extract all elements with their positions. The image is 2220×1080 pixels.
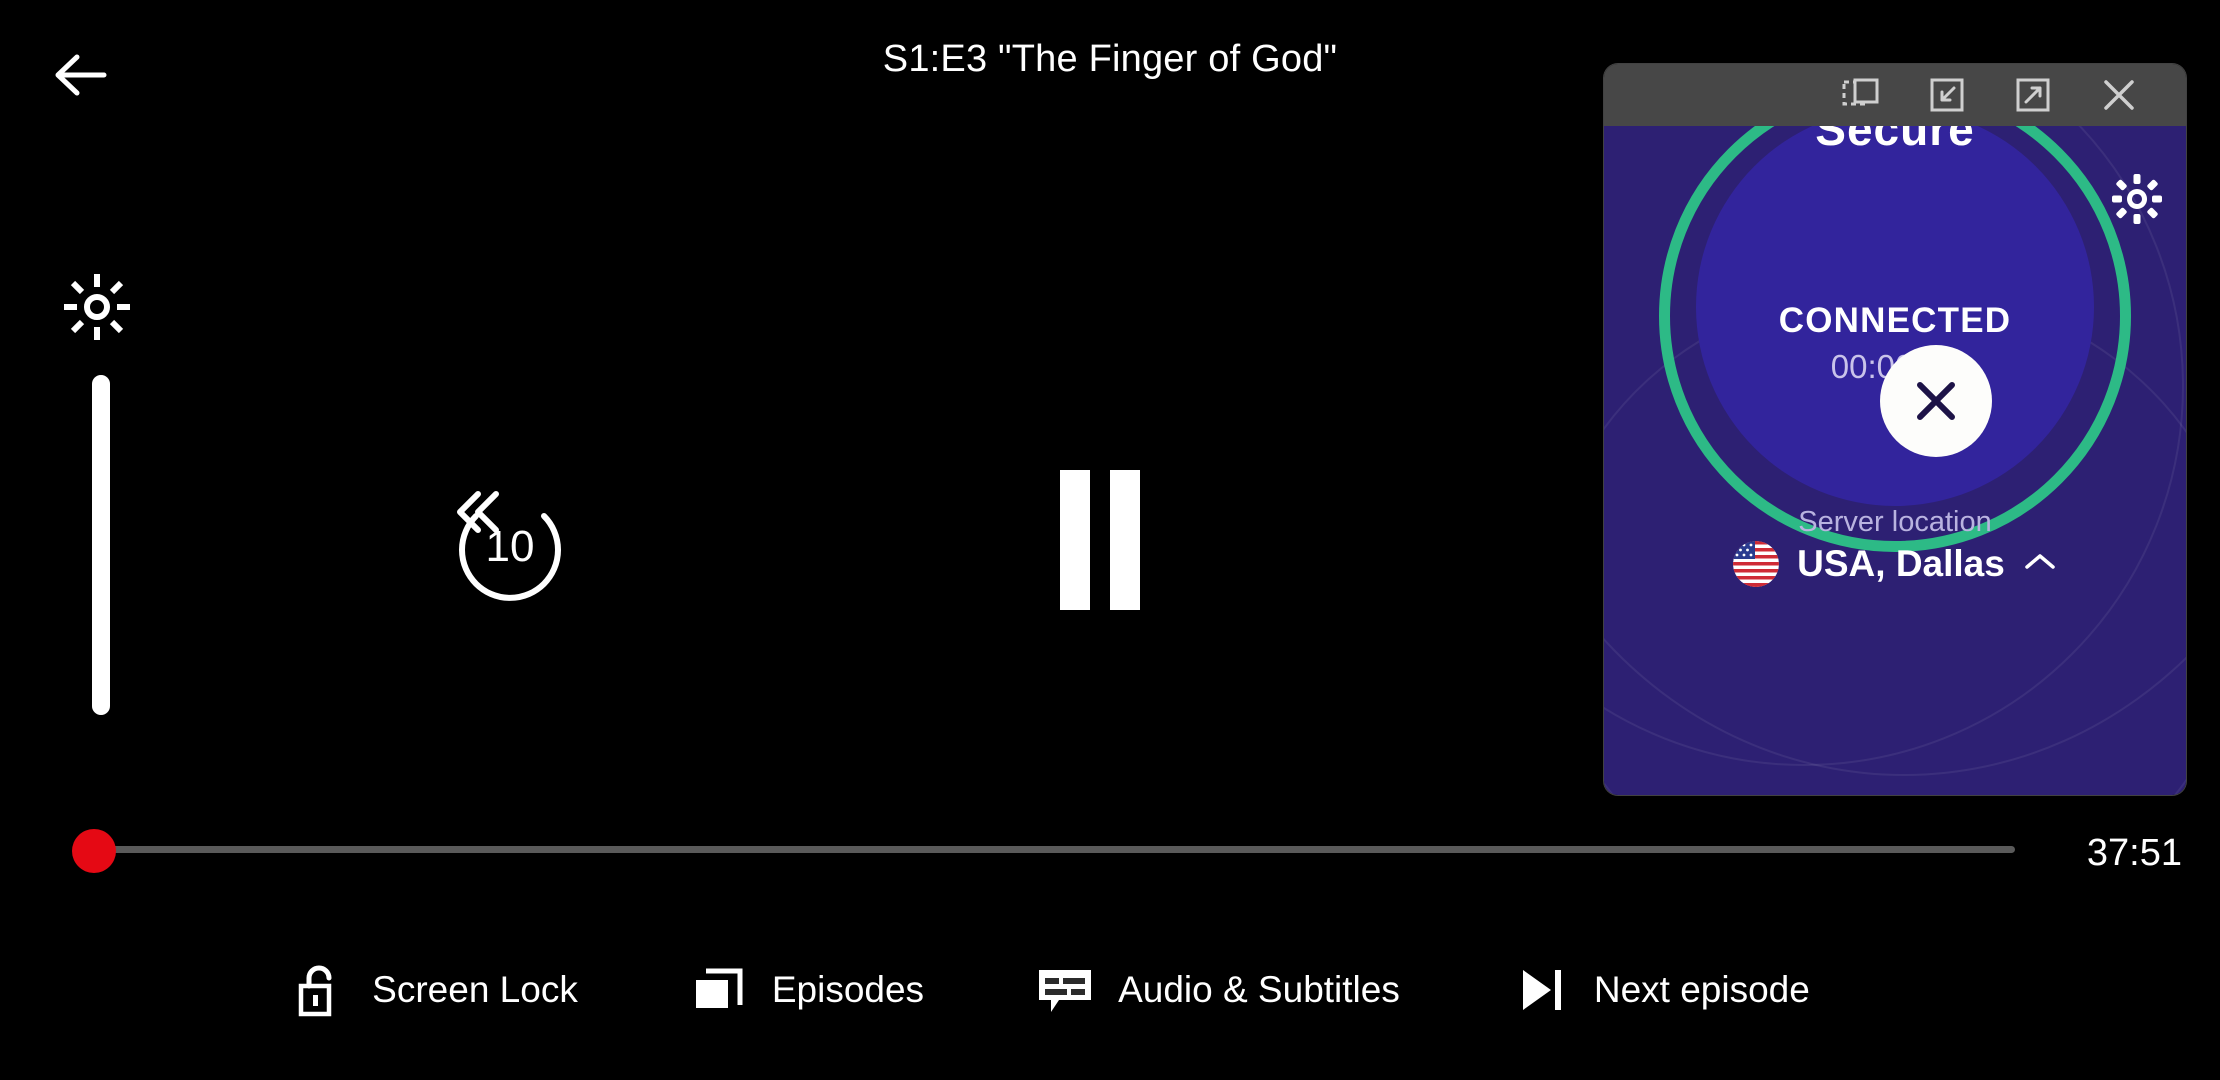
pause-bar-left <box>1060 470 1090 610</box>
unlock-icon <box>290 961 348 1019</box>
vpn-brand-clipped: Secure <box>1815 126 1975 155</box>
brightness-slider-fill <box>92 375 110 715</box>
chevron-up-icon[interactable] <box>2023 550 2057 579</box>
gear-icon[interactable] <box>2110 172 2164 226</box>
rewind-seconds-label: 10 <box>485 522 535 571</box>
screen-lock-button[interactable]: Screen Lock <box>290 961 578 1019</box>
screen-lock-label: Screen Lock <box>372 969 578 1010</box>
player-action-bar: Screen Lock Episodes Audio & Subtitles N… <box>0 930 2220 1050</box>
server-name: USA, Dallas <box>1797 543 2005 584</box>
pip-titlebar[interactable] <box>1604 64 2186 126</box>
expand-arrows-icon[interactable] <box>2012 74 2054 116</box>
episodes-button[interactable]: Episodes <box>690 961 924 1019</box>
close-icon[interactable] <box>2098 74 2140 116</box>
collapse-arrows-icon[interactable] <box>1926 74 1968 116</box>
next-episode-icon <box>1512 961 1570 1019</box>
next-episode-button[interactable]: Next episode <box>1512 961 1810 1019</box>
audio-subtitles-label: Audio & Subtitles <box>1118 969 1400 1010</box>
pip-window-icon[interactable] <box>1840 74 1882 116</box>
brightness-sun-icon[interactable] <box>62 272 132 342</box>
episodes-label: Episodes <box>771 969 925 1010</box>
disconnect-button[interactable] <box>1880 345 1992 457</box>
time-remaining: 37:51 <box>2086 832 2182 874</box>
back-button[interactable] <box>40 40 120 110</box>
pip-window[interactable]: Secure CONNECTED Server location USA, Da… <box>1604 64 2186 795</box>
audio-subtitles-button[interactable]: Audio & Subtitles <box>1036 961 1400 1019</box>
episodes-stack-icon <box>690 961 748 1019</box>
usa-flag-icon <box>1733 541 1780 587</box>
subtitles-icon <box>1036 961 1094 1019</box>
progress-bar-row: 37:51 <box>0 820 2220 880</box>
close-x-icon <box>1917 382 1955 420</box>
progress-knob[interactable] <box>72 829 116 873</box>
progress-track[interactable] <box>105 846 2015 853</box>
rewind-10-button[interactable]: 10 <box>440 470 580 610</box>
vpn-status: CONNECTED <box>1778 301 2012 340</box>
next-episode-label: Next episode <box>1593 969 1810 1010</box>
server-location-label: Server location <box>1798 506 1992 538</box>
pause-button[interactable] <box>1060 470 1160 610</box>
video-player-screen: S1:E3 "The Finger of God" 10 37:51 Scree… <box>0 0 2220 1080</box>
server-selector[interactable]: USA, Dallas <box>1604 541 2186 587</box>
brightness-slider[interactable] <box>92 375 110 715</box>
vpn-panel: Secure CONNECTED Server location USA, Da… <box>1604 126 2186 795</box>
arrow-left-icon <box>55 54 107 96</box>
pause-bar-right <box>1110 470 1140 610</box>
